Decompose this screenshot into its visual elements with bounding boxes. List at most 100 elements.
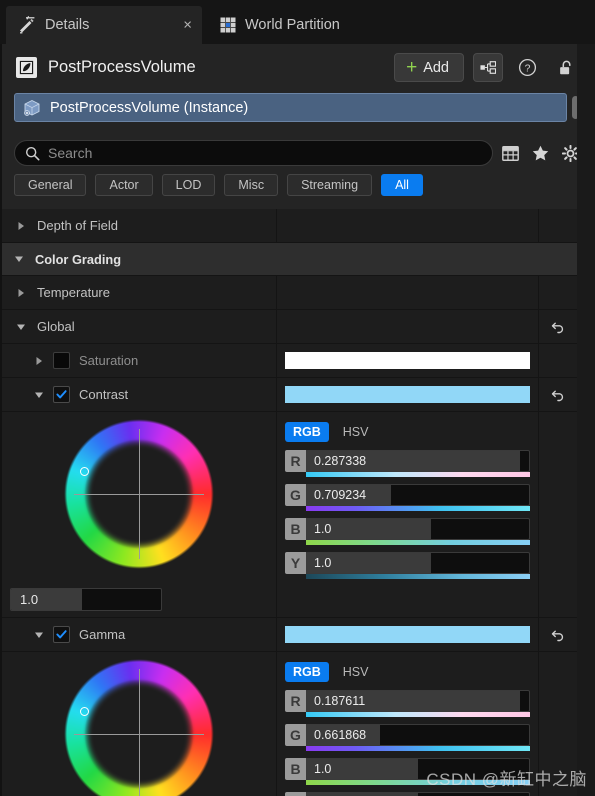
tab-details-close-icon[interactable]: × <box>183 18 192 33</box>
chevron-right-icon[interactable] <box>16 288 26 298</box>
property-row-temperature[interactable]: Temperature <box>2 276 577 310</box>
postprocess-volume-icon <box>16 57 37 78</box>
channel-value-y: 1.0 <box>314 556 332 570</box>
filter-chip-general[interactable]: General <box>14 174 87 196</box>
contrast-editor-reset-cell <box>539 412 577 617</box>
property-name-cell: Global <box>2 310 277 343</box>
channel-input-r[interactable]: 0.187611 <box>306 690 530 712</box>
property-label: Temperature <box>37 285 110 300</box>
selected-instance-label: PostProcessVolume (Instance) <box>50 99 249 116</box>
plus-icon: + <box>406 57 418 78</box>
saturation-color-swatch[interactable] <box>53 352 70 369</box>
filter-chip-label: General <box>28 178 73 192</box>
channel-input-r[interactable]: 0.287338 <box>306 450 530 472</box>
reset-button[interactable] <box>539 310 577 343</box>
property-value-cell <box>277 310 539 343</box>
add-button[interactable]: + Add <box>394 53 464 82</box>
property-category-color-grading[interactable]: Color Grading <box>2 243 577 276</box>
channel-input-b[interactable]: 1.0 <box>306 518 530 540</box>
volume-cube-icon <box>23 99 41 117</box>
gamma-channel-area: RGB HSV R 0.187611 G 0.661868 B 1.0 <box>277 652 539 796</box>
mode-rgb-button[interactable]: RGB <box>285 662 329 682</box>
channel-input-g[interactable]: 0.661868 <box>306 724 530 746</box>
channel-gradient-b[interactable] <box>306 540 530 545</box>
chevron-down-icon[interactable] <box>34 390 44 400</box>
help-button[interactable]: ? <box>512 53 542 82</box>
channel-input-y[interactable]: 1.0 <box>306 792 530 796</box>
tab-world-partition[interactable]: World Partition <box>208 6 352 44</box>
reset-button[interactable] <box>539 618 577 651</box>
property-name-cell: Gamma <box>2 618 277 651</box>
channel-gradient-r[interactable] <box>306 712 530 717</box>
channel-label-b: B <box>285 518 306 540</box>
channel-value-g: 0.661868 <box>314 728 367 742</box>
filter-chip-label: Misc <box>238 178 265 192</box>
channel-value-g: 0.709234 <box>314 488 367 502</box>
channel-label-y: Y <box>285 552 306 574</box>
filter-chip-actor[interactable]: Actor <box>95 174 153 196</box>
crosshair-vertical <box>139 669 140 796</box>
property-name-cell: Temperature <box>2 276 277 309</box>
gamma-checkbox[interactable] <box>53 626 70 643</box>
favorites-icon[interactable] <box>527 140 553 166</box>
contrast-checkbox[interactable] <box>53 386 70 403</box>
channel-label-r: R <box>285 690 306 712</box>
tab-details-label: Details <box>45 17 90 33</box>
tab-world-partition-label: World Partition <box>245 17 340 33</box>
channel-input-b[interactable]: 1.0 <box>306 758 530 780</box>
search-box[interactable] <box>14 140 493 166</box>
filter-chip-all[interactable]: All <box>381 174 423 196</box>
channel-gradient-b[interactable] <box>306 780 530 785</box>
chevron-down-icon[interactable] <box>34 630 44 640</box>
filter-chip-label: Streaming <box>301 178 359 192</box>
contrast-color-wheel[interactable] <box>64 419 214 569</box>
mode-hsv-button[interactable]: HSV <box>335 422 377 442</box>
contrast-value-field[interactable]: 1.0 <box>10 588 162 611</box>
component-hierarchy-button[interactable] <box>473 53 503 82</box>
details-pencil-icon <box>18 15 36 34</box>
contrast-channel-area: RGB HSV R 0.287338 G 0.709234 B 1.0 Y 1.… <box>277 412 539 617</box>
channel-gradient-g[interactable] <box>306 746 530 751</box>
filter-chip-misc[interactable]: Misc <box>224 174 279 196</box>
contrast-color-wheel-area: 1.0 <box>2 412 277 617</box>
contrast-color-bar[interactable] <box>285 386 530 403</box>
chevron-down-icon[interactable] <box>14 254 24 264</box>
channel-row-b: B 1.0 <box>285 518 530 545</box>
tab-details[interactable]: Details × <box>6 6 202 44</box>
property-row-global[interactable]: Global <box>2 310 577 344</box>
gamma-editor-reset-cell <box>539 652 577 796</box>
property-row-gamma[interactable]: Gamma <box>2 618 577 652</box>
mode-rgb-button[interactable]: RGB <box>285 422 329 442</box>
search-input[interactable] <box>48 145 480 161</box>
wheel-marker[interactable] <box>80 707 89 716</box>
mode-hsv-button[interactable]: HSV <box>335 662 377 682</box>
channel-input-g[interactable]: 0.709234 <box>306 484 530 506</box>
chevron-down-icon[interactable] <box>16 322 26 332</box>
property-value-cell <box>277 344 539 377</box>
gamma-color-editor: 1.0 RGB HSV R 0.187611 <box>2 652 577 796</box>
property-row-contrast[interactable]: Contrast <box>2 378 577 412</box>
saturation-color-bar[interactable] <box>285 352 530 369</box>
color-mode-toggle: RGB HSV <box>285 422 530 442</box>
column-settings-icon[interactable] <box>497 140 523 166</box>
channel-input-y[interactable]: 1.0 <box>306 552 530 574</box>
channel-row-y: Y 1.0 <box>285 552 530 579</box>
selected-instance-row[interactable]: PostProcessVolume (Instance) <box>14 93 567 122</box>
channel-gradient-g[interactable] <box>306 506 530 511</box>
chevron-right-icon[interactable] <box>16 221 26 231</box>
check-icon <box>56 630 67 639</box>
property-row-depth-of-field[interactable]: Depth of Field <box>2 209 577 243</box>
channel-gradient-r[interactable] <box>306 472 530 477</box>
gamma-color-bar[interactable] <box>285 626 530 643</box>
filter-chip-lod[interactable]: LOD <box>161 174 216 196</box>
reset-button[interactable] <box>539 378 577 411</box>
contrast-value-text: 1.0 <box>20 592 39 607</box>
gamma-color-wheel[interactable] <box>64 659 214 796</box>
property-label: Color Grading <box>35 251 122 267</box>
filter-chip-streaming[interactable]: Streaming <box>287 174 373 196</box>
property-list: Depth of Field Color Grading Temperature <box>2 209 577 796</box>
chevron-right-icon[interactable] <box>34 356 44 366</box>
channel-gradient-y[interactable] <box>306 574 530 579</box>
property-row-saturation[interactable]: Saturation <box>2 344 577 378</box>
wheel-marker[interactable] <box>80 467 89 476</box>
